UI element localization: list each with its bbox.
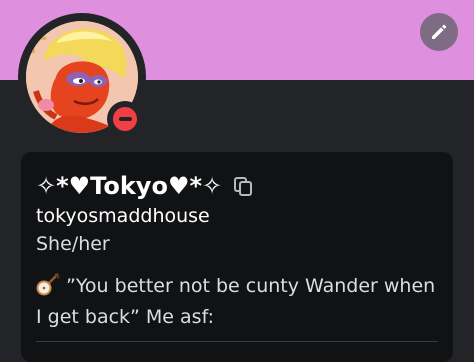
do-not-disturb-status-icon bbox=[113, 107, 137, 131]
bio-text: ”You better not be cunty Wander when I g… bbox=[36, 275, 436, 328]
display-name: ✧*♥Tokyo♥*✧ bbox=[36, 172, 223, 200]
bio: ”You better not be cunty Wander when I g… bbox=[36, 272, 446, 331]
pronouns: She/her bbox=[36, 233, 110, 255]
copy-icon[interactable] bbox=[232, 175, 254, 197]
section-divider bbox=[36, 341, 438, 342]
banjo-emoji bbox=[36, 272, 60, 304]
display-name-row: ✧*♥Tokyo♥*✧ bbox=[36, 170, 254, 202]
edit-profile-button[interactable] bbox=[420, 13, 458, 51]
pencil-icon bbox=[432, 24, 447, 39]
username: tokyosmaddhouse bbox=[36, 205, 210, 227]
